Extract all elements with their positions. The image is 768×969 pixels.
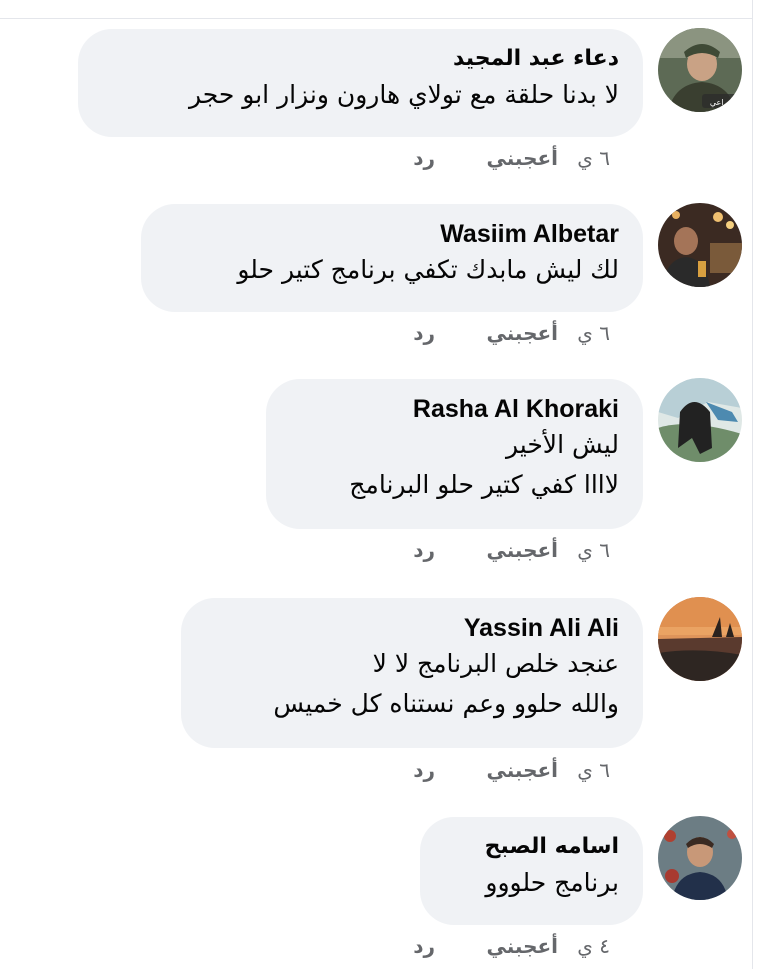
reply-button[interactable]: رد [413,321,435,345]
reply-button[interactable]: رد [413,538,435,562]
timestamp[interactable]: ٦ ي [577,538,610,562]
comment-text-line: لاااا كفي كتير حلو البرنامج [349,470,619,499]
avatar[interactable] [658,816,742,900]
reply-button[interactable]: رد [413,934,435,958]
author-name[interactable]: Rasha Al Khoraki [290,393,619,425]
comment-actions: ٦ ي أعجبني رد [350,321,610,349]
avatar-photo-4 [658,597,742,681]
author-name[interactable]: اسامه الصبح [444,831,619,863]
like-button[interactable]: أعجبني [487,146,559,170]
avatar[interactable] [658,597,742,681]
like-button[interactable]: أعجبني [487,758,559,782]
comment-bubble: دعاء عبد المجيد لا بدنا حلقة مع تولاي ها… [78,29,643,137]
timestamp[interactable]: ٦ ي [577,758,610,782]
comment-actions: ٤ ي أعجبني رد [350,934,610,962]
svg-text:يراعي: يراعي [710,98,730,107]
author-name[interactable]: دعاء عبد المجيد [102,43,619,75]
comment-actions: ٦ ي أعجبني رد [350,758,610,786]
like-button[interactable]: أعجبني [487,538,559,562]
author-name[interactable]: Yassin Ali Ali [205,612,619,644]
avatar-photo-5 [658,816,742,900]
comment-actions: ٦ ي أعجبني رد [350,146,610,174]
comment-bubble: اسامه الصبح برنامج حلووو [420,817,643,925]
comment-text-line: ليش الأخير [506,430,619,459]
avatar-photo-3 [658,378,742,462]
comment-text: لا بدنا حلقة مع تولاي هارون ونزار ابو حج… [188,80,619,109]
reply-button[interactable]: رد [413,758,435,782]
author-name[interactable]: Wasiim Albetar [165,218,619,250]
avatar-photo-2 [658,203,742,287]
avatar[interactable] [658,378,742,462]
scroll-edge [752,0,753,969]
like-button[interactable]: أعجبني [487,321,559,345]
comment-text: لك ليش مابدك تكفي برنامج كتير حلو [237,255,619,284]
avatar[interactable] [658,203,742,287]
reply-button[interactable]: رد [413,146,435,170]
comment-actions: ٦ ي أعجبني رد [350,538,610,566]
avatar[interactable]: يراعي [658,28,742,112]
timestamp[interactable]: ٦ ي [577,321,610,345]
comment-bubble: Wasiim Albetar لك ليش مابدك تكفي برنامج … [141,204,643,312]
timestamp[interactable]: ٦ ي [577,146,610,170]
comment-bubble: Rasha Al Khoraki ليش الأخير لاااا كفي كت… [266,379,643,529]
comment-text-line: عنجد خلص البرنامج لا لا [372,649,619,678]
comment-text-line: والله حلوو وعم نستناه كل خميس [273,689,619,718]
timestamp[interactable]: ٤ ي [577,934,610,958]
like-button[interactable]: أعجبني [487,934,559,958]
comment-text: برنامج حلووو [485,868,619,897]
comment-bubble: Yassin Ali Ali عنجد خلص البرنامج لا لا و… [181,598,643,748]
top-divider [0,18,752,19]
avatar-photo-1: يراعي [658,28,742,112]
